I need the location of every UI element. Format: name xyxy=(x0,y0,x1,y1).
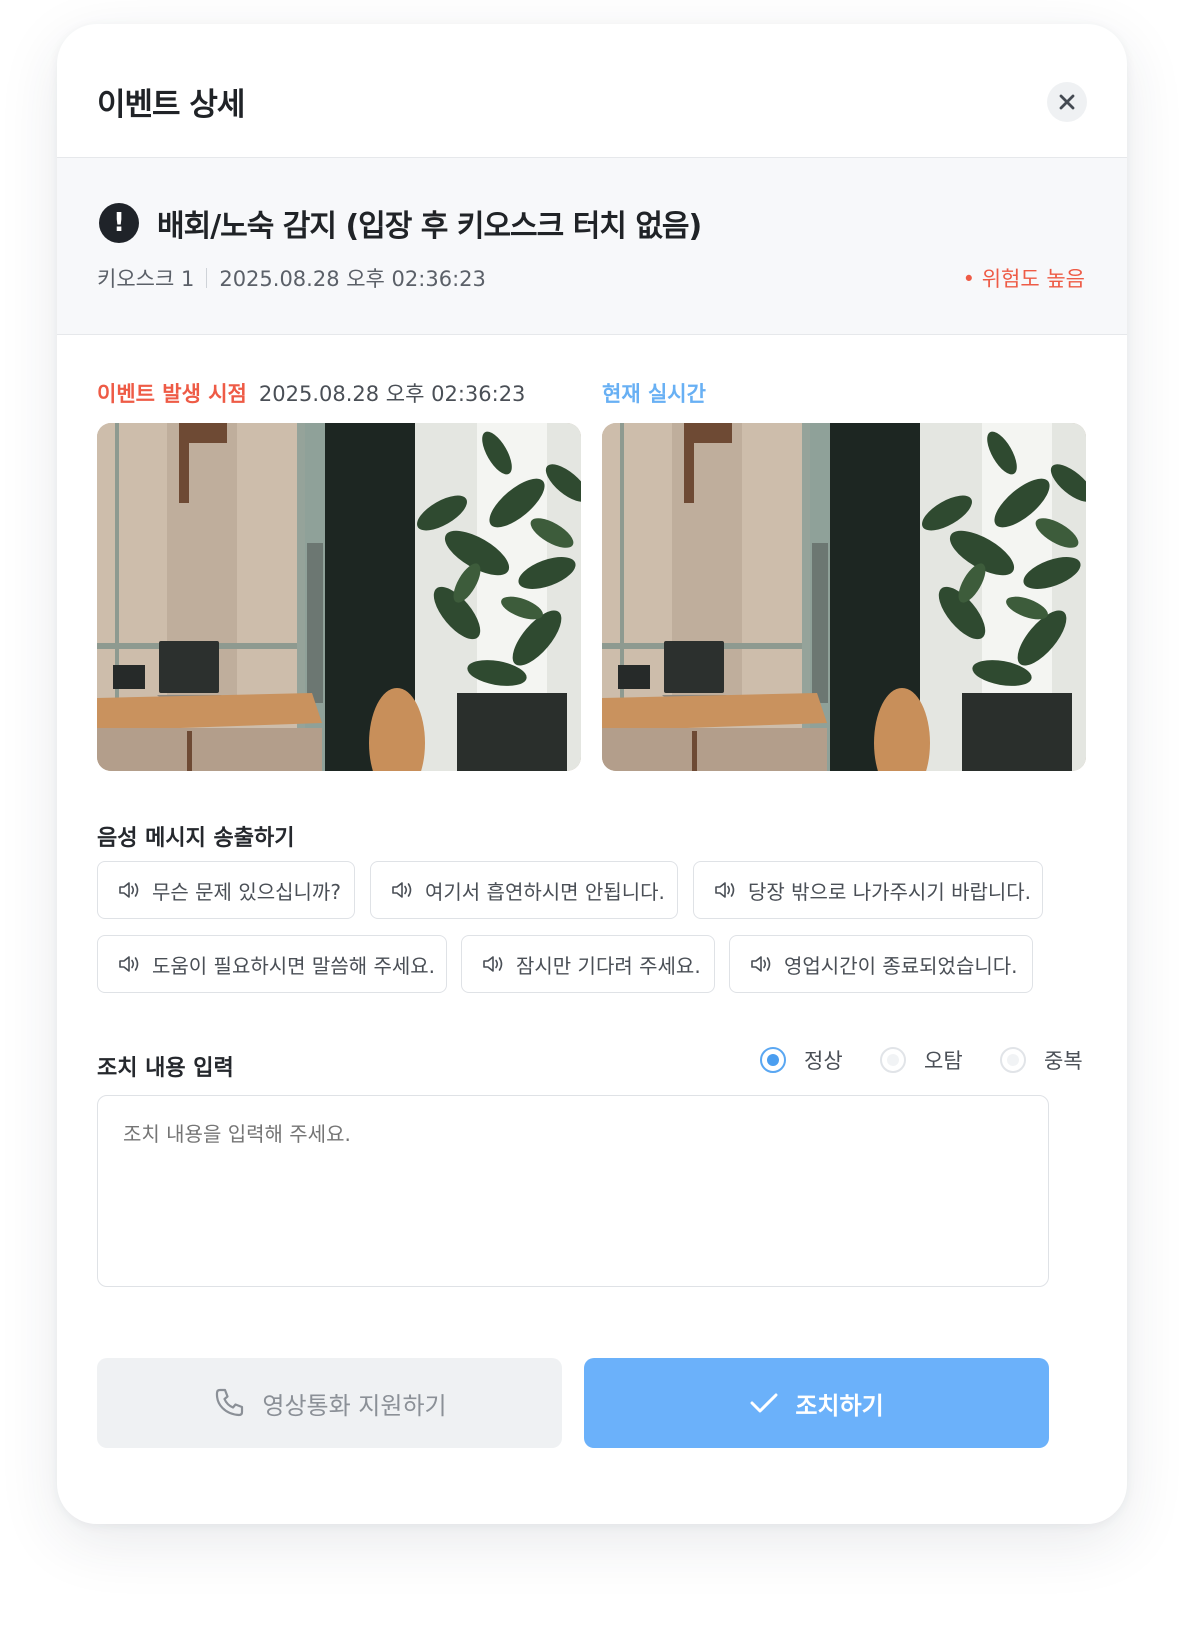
action-note-textarea[interactable] xyxy=(97,1095,1049,1287)
event-summary: ! 배회/노숙 감지 (입장 후 키오스크 터치 없음) 키오스크 1 2025… xyxy=(57,158,1127,335)
radio-false-detection[interactable]: 오탐 xyxy=(880,1045,963,1075)
event-capture-label: 이벤트 발생 시점 xyxy=(97,382,247,406)
voice-message-label: 잠시만 기다려 주세요. xyxy=(516,953,701,978)
phone-icon xyxy=(216,1388,244,1417)
voice-message-title: 음성 메시지 송출하기 xyxy=(97,826,295,851)
voice-message-label: 당장 밖으로 나가주시기 바랍니다. xyxy=(748,879,1032,904)
video-call-button[interactable]: 영상통화 지원하기 xyxy=(97,1358,562,1448)
event-detail-dialog: 이벤트 상세 ! 배회/노숙 감지 (입장 후 키오스크 터치 없음) 키오스크… xyxy=(57,24,1127,1524)
radio-duplicate[interactable]: 중복 xyxy=(1000,1045,1083,1075)
radio-dot xyxy=(760,1047,786,1073)
close-button[interactable] xyxy=(1047,82,1087,122)
radio-label: 중복 xyxy=(1044,1049,1083,1073)
event-meta: 키오스크 1 2025.08.28 오후 02:36:23 xyxy=(97,263,486,293)
voice-message-button[interactable]: 영업시간이 종료되었습니다. xyxy=(729,935,1033,993)
speaker-icon xyxy=(118,954,142,974)
radio-label: 오탐 xyxy=(924,1049,963,1073)
meta-divider xyxy=(206,268,208,288)
voice-message-button[interactable]: 잠시만 기다려 주세요. xyxy=(461,935,715,993)
event-datetime: 2025.08.28 오후 02:36:23 xyxy=(219,267,486,291)
submit-action-button[interactable]: 조치하기 xyxy=(584,1358,1049,1448)
speaker-icon xyxy=(391,880,415,900)
voice-message-label: 영업시간이 종료되었습니다. xyxy=(784,953,1018,978)
dialog-title: 이벤트 상세 xyxy=(97,87,245,123)
dialog-header: 이벤트 상세 xyxy=(57,24,1127,158)
speaker-icon xyxy=(714,880,738,900)
voice-message-label: 무슨 문제 있으십니까? xyxy=(152,879,341,904)
risk-badge: • 위험도 높음 xyxy=(962,267,1085,291)
radio-dot xyxy=(880,1047,906,1073)
action-input-title: 조치 내용 입력 xyxy=(97,1056,234,1081)
radio-normal[interactable]: 정상 xyxy=(760,1045,843,1075)
event-snapshot-image[interactable] xyxy=(97,423,581,771)
voice-message-button[interactable]: 도움이 필요하시면 말씀해 주세요. xyxy=(97,935,447,993)
event-title: 배회/노숙 감지 (입장 후 키오스크 터치 없음) xyxy=(157,209,702,244)
voice-message-button[interactable]: 당장 밖으로 나가주시기 바랍니다. xyxy=(693,861,1043,919)
device-name: 키오스크 1 xyxy=(97,267,195,291)
speaker-icon xyxy=(750,954,774,974)
close-icon xyxy=(1059,94,1075,110)
event-capture-time: 2025.08.28 오후 02:36:23 xyxy=(258,382,526,406)
alert-icon: ! xyxy=(99,203,139,243)
check-icon xyxy=(750,1393,778,1413)
live-view-image[interactable] xyxy=(602,423,1086,771)
speaker-icon xyxy=(118,880,142,900)
submit-action-label: 조치하기 xyxy=(795,1391,884,1420)
speaker-icon xyxy=(482,954,506,974)
live-view-label: 현재 실시간 xyxy=(602,382,706,406)
voice-message-button[interactable]: 여기서 흡연하시면 안됩니다. xyxy=(370,861,678,919)
radio-dot xyxy=(1000,1047,1026,1073)
video-call-label: 영상통화 지원하기 xyxy=(262,1391,447,1420)
voice-message-label: 도움이 필요하시면 말씀해 주세요. xyxy=(152,953,436,978)
radio-label: 정상 xyxy=(804,1049,843,1073)
voice-message-label: 여기서 흡연하시면 안됩니다. xyxy=(425,879,665,904)
voice-message-button[interactable]: 무슨 문제 있으십니까? xyxy=(97,861,355,919)
event-capture-caption: 이벤트 발생 시점 2025.08.28 오후 02:36:23 xyxy=(97,378,525,408)
